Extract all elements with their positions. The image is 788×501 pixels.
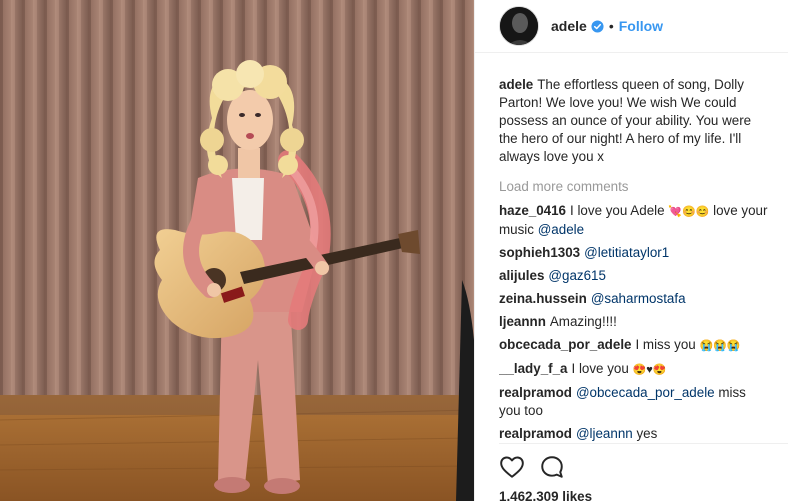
comment-username[interactable]: alijules [499,268,544,283]
likes-count[interactable]: 1,462,309 likes [499,489,788,501]
comment-item: realpramod @obcecada_por_adele miss you t… [499,384,769,420]
comment-text: Amazing!!!! [549,314,617,329]
caption-text: The effortless queen of song, Dolly Part… [499,77,752,164]
comment-text: I love you Adele [570,203,665,218]
load-more-comments-button[interactable]: Load more comments [499,178,769,196]
separator-dot: • [608,18,614,34]
comment-item: alijules @gaz615 [499,267,769,285]
speech-bubble-icon[interactable] [539,454,565,480]
post-actions: 1,462,309 likes [499,443,788,501]
comment-mention[interactable]: @gaz615 [548,268,606,283]
comments-list[interactable]: adele The effortless queen of song, Dolly… [499,76,769,442]
avatar-image [500,7,538,45]
comment-item: ljeannn Amazing!!!! [499,313,769,331]
comment-item: obcecada_por_adele I miss you 😭😭😭 [499,336,769,355]
comment-item: __lady_f_a I love you 😍♥😍 [499,360,769,379]
post-photo[interactable] [0,0,474,501]
post-panel: adele • Follow adele The effortless queen… [474,0,788,501]
follow-button[interactable]: Follow [619,18,663,34]
verified-badge-icon [591,19,604,33]
comment-emoji: 💘😊😊 [668,206,710,218]
photo-illustration [0,0,474,501]
post-caption: adele The effortless queen of song, Dolly… [499,76,769,166]
comment-text: I love you [571,361,629,376]
comment-emoji: 😍♥😍 [632,364,667,376]
comment-text: I miss you [635,337,696,352]
comment-mention[interactable]: @obcecada_por_adele [576,385,715,400]
heart-icon[interactable] [499,454,525,480]
comment-mention[interactable]: @letitiataylor1 [584,245,669,260]
comment-item: sophieh1303 @letitiataylor1 [499,244,769,262]
comment-item: realpramod @ljeannn yes [499,425,769,442]
comment-username[interactable]: haze_0416 [499,203,566,218]
post-header: adele • Follow [475,0,788,53]
comment-username[interactable]: realpramod [499,385,572,400]
comment-text-tail: yes [636,426,658,441]
comment-username[interactable]: __lady_f_a [499,361,568,376]
comment-mention[interactable]: @ljeannn [576,426,633,441]
header-username[interactable]: adele [551,18,587,34]
comment-username[interactable]: zeina.hussein [499,291,587,306]
comment-item: haze_0416 I love you Adele 💘😊😊 love your … [499,202,769,239]
avatar[interactable] [499,6,539,46]
comment-username[interactable]: ljeannn [499,314,546,329]
comment-username[interactable]: sophieh1303 [499,245,580,260]
comment-username[interactable]: obcecada_por_adele [499,337,631,352]
comment-username[interactable]: realpramod [499,426,572,441]
comment-mention[interactable]: @saharmostafa [591,291,686,306]
action-row [499,454,788,480]
comment-emoji: 😭😭😭 [699,340,741,352]
caption-username[interactable]: adele [499,77,533,92]
comment-mention[interactable]: @adele [538,222,584,237]
comment-item: zeina.hussein @saharmostafa [499,290,769,308]
